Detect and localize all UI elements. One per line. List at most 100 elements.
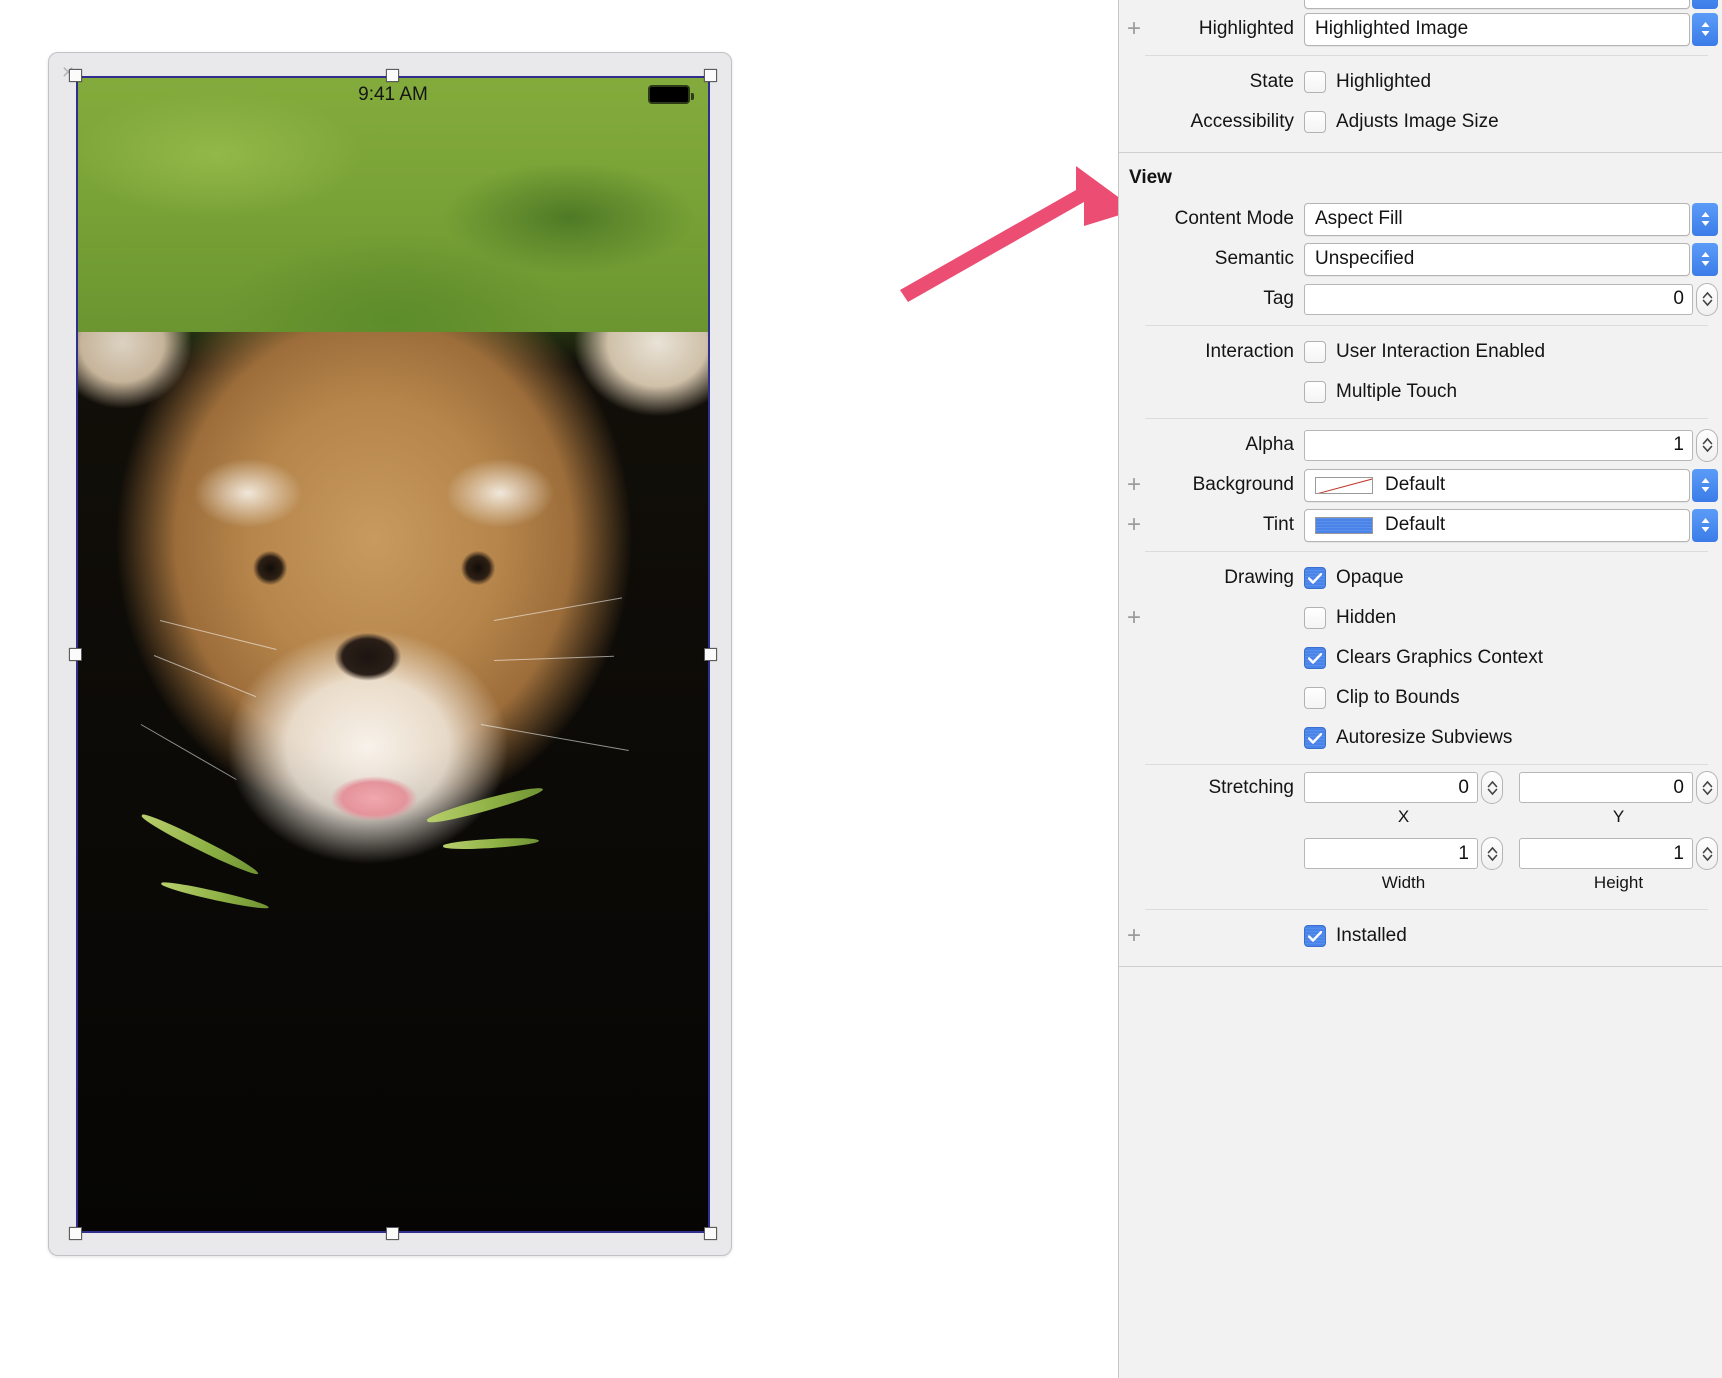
resize-handle-bottom-left[interactable]: [69, 1227, 82, 1240]
inspector-row-highlighted-image[interactable]: + Highlighted Highlighted Image: [1119, 9, 1722, 49]
highlighted-image-popup[interactable]: Highlighted Image: [1304, 12, 1690, 46]
device-screen[interactable]: 9:41 AM: [76, 76, 710, 1233]
whisker: [153, 654, 256, 697]
inspector-row-image-partial[interactable]: +: [1119, 0, 1722, 9]
opaque-checkbox[interactable]: [1304, 567, 1326, 589]
highlighted-image-placeholder: Highlighted Image: [1315, 18, 1469, 39]
red-panda-photo: [78, 78, 708, 1231]
inspector-row-drawing-opaque[interactable]: Drawing Opaque: [1119, 558, 1722, 598]
inspector-row-installed[interactable]: + Installed: [1119, 916, 1722, 956]
stretching-width-stepper[interactable]: [1481, 837, 1503, 870]
inspector-row-hidden[interactable]: + Hidden: [1119, 598, 1722, 638]
state-highlighted-checkbox[interactable]: [1304, 71, 1326, 93]
resize-handle-top-left[interactable]: [69, 69, 82, 82]
stretching-x-stepper[interactable]: [1481, 771, 1503, 804]
tag-value: 0: [1673, 288, 1684, 309]
semantic-stepper[interactable]: [1692, 242, 1718, 276]
stretching-width-input[interactable]: 1: [1304, 838, 1478, 869]
add-variation-icon[interactable]: +: [1119, 17, 1149, 41]
whisker: [493, 597, 622, 621]
divider: [1145, 325, 1708, 326]
inspector-row-autoresize-subviews[interactable]: Autoresize Subviews: [1119, 718, 1722, 758]
hidden-checkbox[interactable]: [1304, 607, 1326, 629]
inspector-row-interaction[interactable]: Interaction User Interaction Enabled: [1119, 332, 1722, 372]
divider: [1145, 418, 1708, 419]
add-variation-icon[interactable]: +: [1119, 924, 1149, 948]
opaque-label: Opaque: [1336, 567, 1404, 588]
stretching-y-sublabel: Y: [1612, 807, 1625, 826]
clears-graphics-context-checkbox[interactable]: [1304, 647, 1326, 669]
highlighted-label: Highlighted: [1198, 18, 1294, 39]
inspector-row-alpha[interactable]: Alpha 1: [1119, 425, 1722, 465]
tag-stepper[interactable]: [1696, 282, 1718, 316]
resize-handle-bottom-right[interactable]: [704, 1227, 717, 1240]
popup-stepper[interactable]: [1692, 0, 1718, 9]
content-mode-stepper[interactable]: [1692, 202, 1718, 236]
semantic-popup[interactable]: Unspecified: [1304, 242, 1690, 276]
selected-image-view[interactable]: 9:41 AM: [69, 69, 717, 1240]
hidden-label: Hidden: [1336, 607, 1397, 628]
tint-color-popup[interactable]: Default: [1304, 508, 1690, 542]
inspector-row-state[interactable]: State Highlighted: [1119, 62, 1722, 102]
inspector-row-semantic[interactable]: Semantic Unspecified: [1119, 239, 1722, 279]
add-variation-icon[interactable]: +: [1119, 473, 1149, 497]
state-highlighted-label: Highlighted: [1336, 71, 1432, 92]
highlighted-popup-stepper[interactable]: [1692, 12, 1718, 46]
autoresize-subviews-checkbox[interactable]: [1304, 727, 1326, 749]
photo-grass-background: [78, 78, 708, 332]
stretching-height-stepper[interactable]: [1696, 837, 1718, 870]
image-popup[interactable]: [1304, 0, 1690, 9]
stretching-x-value: 0: [1458, 776, 1469, 798]
background-stepper[interactable]: [1692, 468, 1718, 502]
divider: [1145, 55, 1708, 56]
add-variation-icon[interactable]: +: [1119, 513, 1149, 537]
inspector-row-tint[interactable]: + Tint Default: [1119, 505, 1722, 545]
inspector-row-stretching-wh[interactable]: 1 Width 1 Height: [1119, 837, 1722, 903]
annotation-arrow-icon: [900, 166, 1136, 302]
inspector-row-content-mode[interactable]: Content Mode Aspect Fill: [1119, 199, 1722, 239]
inspector-row-stretching-xy[interactable]: Stretching 0 X 0 Y: [1119, 771, 1722, 837]
resize-handle-top-center[interactable]: [386, 69, 399, 82]
adjusts-image-size-checkbox[interactable]: [1304, 111, 1326, 133]
stretching-y-stepper[interactable]: [1696, 771, 1718, 804]
background-color-popup[interactable]: Default: [1304, 468, 1690, 502]
alpha-stepper[interactable]: [1696, 428, 1718, 462]
adjusts-image-size-label: Adjusts Image Size: [1336, 111, 1499, 132]
alpha-input[interactable]: 1: [1304, 429, 1693, 461]
background-value: Default: [1385, 474, 1446, 495]
stretching-y-input[interactable]: 0: [1519, 772, 1693, 803]
bamboo-leaf: [138, 811, 261, 878]
inspector-row-accessibility[interactable]: Accessibility Adjusts Image Size: [1119, 102, 1722, 142]
resize-handle-top-right[interactable]: [704, 69, 717, 82]
interface-builder-canvas[interactable]: × 9:41 AM: [0, 0, 1136, 1378]
view-section-title: View: [1129, 167, 1172, 188]
clip-to-bounds-checkbox[interactable]: [1304, 687, 1326, 709]
inspector-row-background[interactable]: + Background Default: [1119, 465, 1722, 505]
installed-checkbox[interactable]: [1304, 925, 1326, 947]
tint-value: Default: [1385, 514, 1446, 535]
tint-stepper[interactable]: [1692, 508, 1718, 542]
resize-handle-middle-right[interactable]: [704, 648, 717, 661]
device-frame[interactable]: × 9:41 AM: [48, 52, 732, 1256]
resize-handle-middle-left[interactable]: [69, 648, 82, 661]
inspector-row-clip-to-bounds[interactable]: Clip to Bounds: [1119, 678, 1722, 718]
stretching-x-input[interactable]: 0: [1304, 772, 1478, 803]
divider: [1145, 551, 1708, 552]
add-variation-icon[interactable]: +: [1119, 0, 1149, 5]
attributes-inspector-panel[interactable]: + + Highlighted Highlighted Image: [1118, 0, 1722, 1378]
add-variation-icon[interactable]: +: [1119, 606, 1149, 630]
multiple-touch-checkbox[interactable]: [1304, 381, 1326, 403]
tag-input[interactable]: 0: [1304, 283, 1693, 315]
resize-handle-bottom-center[interactable]: [386, 1227, 399, 1240]
inspector-row-multiple-touch[interactable]: Multiple Touch: [1119, 372, 1722, 412]
stretching-width-sublabel: Width: [1381, 873, 1426, 892]
stretching-height-input[interactable]: 1: [1519, 838, 1693, 869]
state-label: State: [1249, 71, 1294, 92]
inspector-row-clears-graphics-context[interactable]: Clears Graphics Context: [1119, 638, 1722, 678]
user-interaction-enabled-checkbox[interactable]: [1304, 341, 1326, 363]
content-mode-value: Aspect Fill: [1315, 208, 1403, 229]
semantic-label: Semantic: [1214, 248, 1294, 269]
inspector-row-tag[interactable]: Tag 0: [1119, 279, 1722, 319]
status-bar-time: 9:41 AM: [358, 84, 428, 105]
content-mode-popup[interactable]: Aspect Fill: [1304, 202, 1690, 236]
